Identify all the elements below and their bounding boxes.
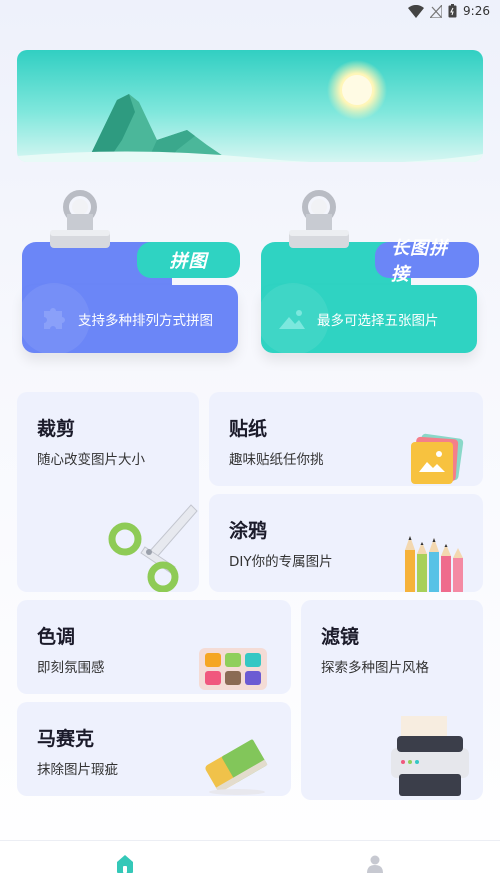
tone-title: 色调 bbox=[37, 626, 76, 648]
collage-folder-front: 支持多种排列方式拼图 bbox=[18, 283, 238, 355]
sticker-card[interactable]: 贴纸 趣味贴纸任你挑 bbox=[209, 392, 483, 486]
wifi-icon bbox=[408, 4, 425, 18]
crop-subtitle: 随心改变图片大小 bbox=[37, 452, 145, 468]
long-image-card[interactable]: 长图拼接 最多可选择五张图片 bbox=[257, 190, 479, 355]
crop-title: 裁剪 bbox=[37, 418, 76, 440]
battery-icon bbox=[448, 4, 457, 18]
image-icon bbox=[271, 299, 311, 339]
filter-subtitle: 探索多种图片风格 bbox=[321, 660, 429, 676]
home-icon bbox=[115, 854, 135, 878]
bottom-nav bbox=[0, 840, 500, 890]
filter-card[interactable]: 滤镜 探索多种图片风格 bbox=[301, 600, 483, 800]
palette-icon bbox=[197, 644, 269, 694]
eraser-icon bbox=[197, 730, 275, 796]
long-image-tab: 长图拼接 bbox=[375, 238, 479, 285]
status-bar: 9:26 bbox=[0, 0, 500, 22]
doodle-subtitle: DIY你的专属图片 bbox=[229, 554, 333, 570]
puzzle-icon bbox=[32, 299, 72, 339]
tone-subtitle: 即刻氛围感 bbox=[37, 660, 105, 676]
pencils-icon bbox=[403, 530, 465, 592]
binder-clip-icon bbox=[284, 190, 354, 252]
banner[interactable] bbox=[17, 50, 483, 162]
long-image-folder-front: 最多可选择五张图片 bbox=[257, 283, 477, 355]
sticker-icon bbox=[407, 432, 467, 486]
mosaic-card[interactable]: 马赛克 抹除图片瑕疵 bbox=[17, 702, 291, 796]
status-time: 9:26 bbox=[463, 4, 490, 18]
collage-card[interactable]: 拼图 支持多种排列方式拼图 bbox=[18, 190, 240, 355]
nav-profile[interactable] bbox=[250, 841, 500, 890]
sticker-subtitle: 趣味贴纸任你挑 bbox=[229, 452, 324, 468]
collage-description: 支持多种排列方式拼图 bbox=[78, 313, 213, 329]
mosaic-subtitle: 抹除图片瑕疵 bbox=[37, 762, 118, 778]
nav-home[interactable] bbox=[0, 841, 250, 890]
printer-icon bbox=[383, 712, 477, 800]
filter-title: 滤镜 bbox=[321, 626, 360, 648]
tone-card[interactable]: 色调 即刻氛围感 bbox=[17, 600, 291, 694]
scissors-icon bbox=[105, 497, 199, 592]
crop-card[interactable]: 裁剪 随心改变图片大小 bbox=[17, 392, 199, 592]
sticker-title: 贴纸 bbox=[229, 418, 268, 440]
mountain-landscape-illustration bbox=[17, 60, 483, 162]
collage-tab-label: 拼图 bbox=[169, 251, 208, 272]
binder-clip-icon bbox=[45, 190, 115, 252]
doodle-title: 涂鸦 bbox=[229, 520, 268, 542]
doodle-card[interactable]: 涂鸦 DIY你的专属图片 bbox=[209, 494, 483, 592]
mosaic-title: 马赛克 bbox=[37, 728, 95, 750]
no-signal-icon bbox=[430, 4, 443, 18]
collage-tab: 拼图 bbox=[137, 242, 240, 278]
long-image-tab-label: 长图拼接 bbox=[391, 238, 448, 285]
long-image-description: 最多可选择五张图片 bbox=[317, 313, 439, 329]
profile-icon bbox=[365, 854, 385, 878]
